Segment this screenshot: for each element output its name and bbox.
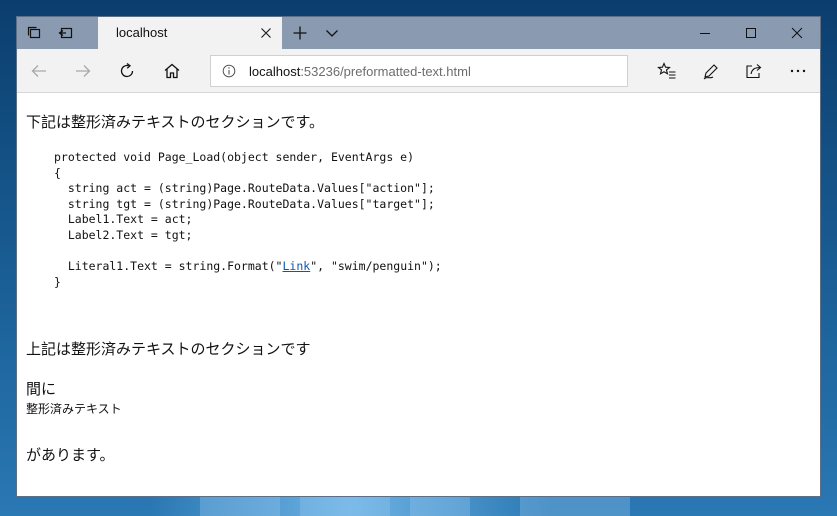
code-line: { bbox=[54, 165, 61, 180]
close-tab-icon[interactable] bbox=[256, 23, 276, 43]
code-link[interactable]: Link bbox=[282, 259, 310, 273]
more-icon[interactable] bbox=[786, 59, 810, 83]
refresh-icon[interactable] bbox=[115, 59, 139, 83]
minimize-icon[interactable] bbox=[682, 17, 728, 49]
url-text[interactable]: localhost:53236/preformatted-text.html bbox=[249, 64, 471, 79]
home-icon[interactable] bbox=[160, 59, 184, 83]
url-host: localhost bbox=[249, 64, 301, 79]
desktop-window-pane bbox=[520, 496, 630, 516]
desktop-window-pane bbox=[300, 496, 390, 516]
forward-arrow-icon[interactable] bbox=[71, 59, 95, 83]
code-line: ", "swim/penguin"); bbox=[310, 259, 442, 274]
share-icon[interactable] bbox=[742, 59, 766, 83]
chevron-down-icon[interactable] bbox=[322, 23, 342, 43]
close-window-icon[interactable] bbox=[774, 17, 820, 49]
code-line: Label2.Text = tgt; bbox=[54, 227, 193, 242]
navigation-toolbar: localhost:53236/preformatted-text.html bbox=[17, 49, 820, 93]
info-icon[interactable] bbox=[221, 63, 237, 79]
code-line: string act = (string)Page.RouteData.Valu… bbox=[54, 181, 435, 196]
code-line: string tgt = (string)Page.RouteData.Valu… bbox=[54, 196, 435, 211]
address-bar[interactable]: localhost:53236/preformatted-text.html bbox=[210, 55, 628, 87]
desktop-window-pane bbox=[410, 496, 470, 516]
browser-window: localhost localhost:53236/preformatted-t… bbox=[16, 16, 821, 497]
preformatted-code-block: protected void Page_Load(object sender, … bbox=[54, 150, 442, 290]
ending-text: があります。 bbox=[26, 446, 115, 464]
code-line: Label1.Text = act; bbox=[54, 212, 193, 227]
pen-icon[interactable] bbox=[699, 59, 723, 83]
code-line: } bbox=[54, 274, 61, 289]
tab-manager-icon[interactable] bbox=[24, 23, 44, 43]
title-bar: localhost bbox=[17, 17, 820, 49]
back-arrow-icon[interactable] bbox=[27, 59, 51, 83]
desktop-window-pane bbox=[200, 496, 280, 516]
after-code-text: 上記は整形済みテキストのセクションです bbox=[26, 340, 311, 358]
page-content: 下記は整形済みテキストのセクションです。 protected void Page… bbox=[17, 94, 820, 496]
code-line: Literal1.Text = string.Format(" bbox=[54, 259, 283, 274]
tab-title: localhost bbox=[116, 25, 168, 40]
code-line: protected void Page_Load(object sender, … bbox=[54, 150, 415, 164]
preformatted-inline-text: 整形済みテキスト bbox=[26, 402, 122, 416]
tab-localhost[interactable]: localhost bbox=[98, 17, 282, 49]
maximize-icon[interactable] bbox=[728, 17, 774, 49]
url-path: :53236/preformatted-text.html bbox=[300, 64, 471, 79]
intro-text: 下記は整形済みテキストのセクションです。 bbox=[26, 113, 325, 131]
favorites-icon[interactable] bbox=[655, 59, 679, 83]
set-aside-tabs-icon[interactable] bbox=[56, 23, 76, 43]
new-tab-plus-icon[interactable] bbox=[290, 23, 310, 43]
between-text: 間に bbox=[26, 380, 57, 398]
